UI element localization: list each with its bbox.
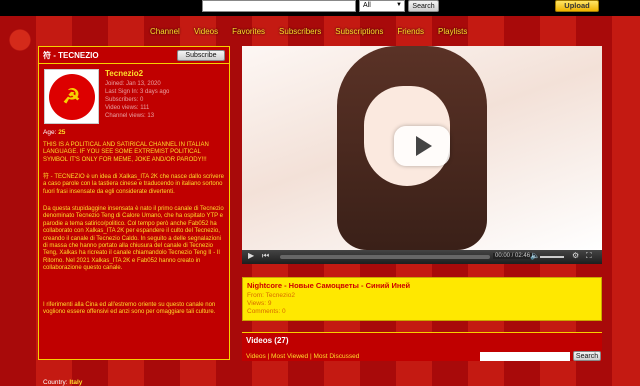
info-video-views: Video views: 111 <box>105 105 150 111</box>
videos-heading: Videos (27) <box>246 336 289 345</box>
country-label: Country: <box>43 379 68 386</box>
profile-panel: 符 - TECNEZIO Subscribe ☭ Tecnezio2 Joine… <box>38 46 230 386</box>
tab-favorites[interactable]: Favorites <box>232 27 265 36</box>
settings-icon[interactable]: ⚙ <box>572 251 579 260</box>
video-views: Views: 9 <box>247 300 272 307</box>
chevron-down-icon: ▼ <box>396 2 402 8</box>
age-label: Age: <box>43 129 57 136</box>
description-paragraph: THIS IS A POLITICAL AND SATIRICAL CHANNE… <box>43 142 209 163</box>
video-title[interactable]: Nightcore - Новые Самоцветы - Синий Иней <box>247 281 597 290</box>
user-info: Joined: Jan 13, 2020 Last Sign In: 3 day… <box>105 80 169 120</box>
search-input[interactable] <box>202 0 356 12</box>
videos-tabs[interactable]: Videos | Most Viewed | Most Discussed <box>246 353 359 360</box>
play-icon <box>416 136 432 156</box>
videos-section: Videos (27) Videos | Most Viewed | Most … <box>242 332 602 361</box>
video-player[interactable]: ▶ ⏮ 00:00 / 02:46 🔈 ⚙ ⛶ <box>242 46 602 264</box>
username[interactable]: Tecnezio2 <box>105 69 143 78</box>
avatar-emblem-icon: ☭ <box>48 73 95 120</box>
play-button-icon[interactable]: ▶ <box>248 251 254 260</box>
description-paragraph: I riferimenti alla Cina ed all'estremo o… <box>43 302 216 316</box>
skip-back-icon[interactable]: ⏮ <box>262 251 269 261</box>
video-comments: Comments: 0 <box>247 308 286 315</box>
tab-channel[interactable]: Channel <box>150 27 180 36</box>
channel-title: 符 - TECNEZIO <box>43 50 99 60</box>
search-category-value: All <box>363 2 371 9</box>
description-paragraph: 符 - TECNEZIO è un idea di Xalkas_ITA 2K … <box>43 174 224 195</box>
info-joined: Joined: Jan 13, 2020 <box>105 81 161 87</box>
video-from: From: Tecnezio2 <box>247 292 295 299</box>
age-row: Age: 25 <box>43 129 65 136</box>
country-row: Country: Italy <box>43 379 82 386</box>
volume-icon[interactable]: 🔈 <box>530 251 540 260</box>
volume-slider[interactable] <box>540 256 564 258</box>
upload-button[interactable]: Upload <box>555 0 599 12</box>
channel-nav: Channel Videos Favorites Subscribers Sub… <box>150 27 481 36</box>
age-value: 25 <box>58 129 66 136</box>
time-display: 00:00 / 02:46 <box>493 253 533 259</box>
tab-subscriptions[interactable]: Subscriptions <box>335 27 383 36</box>
tab-playlists[interactable]: Playlists <box>438 27 467 36</box>
player-controls: ▶ ⏮ 00:00 / 02:46 🔈 ⚙ ⛶ <box>242 250 602 264</box>
description-paragraph: Da questa stupidaggine insensata è nato … <box>43 206 224 272</box>
search-button[interactable]: Search <box>408 0 439 12</box>
search-category-select[interactable]: All ▼ <box>359 0 405 12</box>
tab-subscribers[interactable]: Subscribers <box>279 27 321 36</box>
subscribe-button[interactable]: Subscribe <box>177 49 225 61</box>
fullscreen-icon[interactable]: ⛶ <box>586 251 592 261</box>
country-value: Italy <box>69 379 83 386</box>
video-meta: From: Tecnezio2 Views: 9 Comments: 0 <box>247 292 597 316</box>
avatar[interactable]: ☭ <box>44 69 99 124</box>
info-subscribers: Subscribers: 0 <box>105 97 144 103</box>
info-last-sign-in: Last Sign In: 3 days ago <box>105 89 170 95</box>
video-info: Nightcore - Новые Самоцветы - Синий Иней… <box>242 277 602 321</box>
seek-bar[interactable] <box>280 255 490 259</box>
profile-header: 符 - TECNEZIO Subscribe <box>39 47 229 64</box>
info-channel-views: Channel views: 13 <box>105 113 155 119</box>
tab-friends[interactable]: Friends <box>397 27 424 36</box>
tab-videos[interactable]: Videos <box>194 27 218 36</box>
